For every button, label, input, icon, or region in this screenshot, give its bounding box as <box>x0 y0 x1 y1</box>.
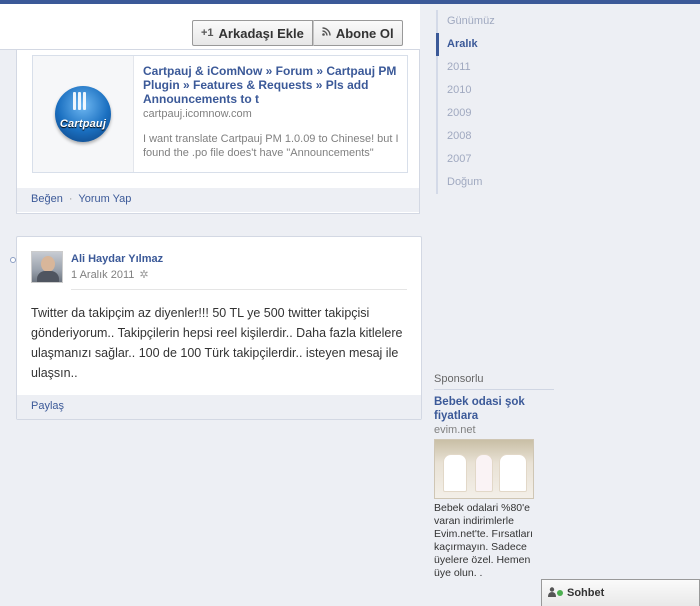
comment-link[interactable]: Yorum Yap <box>78 193 131 205</box>
chat-bar[interactable]: Sohbet <box>541 579 700 606</box>
add-friend-icon: +1 <box>201 27 214 39</box>
timeline-year-nav: Günümüz Aralık 2011 2010 2009 2008 2007 … <box>436 10 516 194</box>
sponsored-ad[interactable]: Bebek odasi şok fiyatlara evim.net Bebek… <box>434 395 540 580</box>
post-body: Twitter da takipçim az diyenler!!! 50 TL… <box>31 306 403 380</box>
profile-header-panel: +1 Arkadaşı Ekle Abone Ol <box>0 4 420 50</box>
action-separator: · <box>68 193 73 205</box>
timeline-nav-item[interactable]: Doğum <box>438 171 516 194</box>
profile-action-buttons: +1 Arkadaşı Ekle Abone Ol <box>192 20 403 46</box>
ad-title[interactable]: Bebek odasi şok fiyatlara <box>434 395 540 423</box>
link-title[interactable]: Cartpauj & iComNow » Forum » Cartpauj PM… <box>143 64 403 106</box>
link-description: I want translate Cartpauj PM 1.0.09 to C… <box>143 133 399 159</box>
shared-link-post: Cartpauj Cartpauj & iComNow » Forum » Ca… <box>16 50 420 214</box>
link-thumbnail[interactable]: Cartpauj <box>33 56 134 172</box>
cartpauj-logo: Cartpauj <box>55 86 111 142</box>
timeline-nav-item[interactable]: 2008 <box>438 125 516 148</box>
timeline-nav-item[interactable]: 2007 <box>438 148 516 171</box>
timeline-nav-item[interactable]: Günümüz <box>438 10 516 33</box>
rss-icon <box>322 27 331 39</box>
timeline-nav-item[interactable]: 2011 <box>438 56 516 79</box>
link-domain: cartpauj.icomnow.com <box>143 108 252 120</box>
ad-description: Bebek odalari %80'e varan indirimlerle E… <box>434 502 533 579</box>
status-post: Ali Haydar Yılmaz 1 Aralık 2011 ✲ Twitte… <box>10 236 422 420</box>
post-actions-bar: Paylaş <box>17 395 421 419</box>
logo-text: Cartpauj <box>59 118 107 130</box>
add-friend-button[interactable]: +1 Arkadaşı Ekle <box>192 20 313 46</box>
post-author[interactable]: Ali Haydar Yılmaz <box>71 253 163 265</box>
timeline-marker-icon <box>10 257 16 263</box>
ad-image[interactable] <box>434 439 534 499</box>
subscribe-label: Abone Ol <box>335 25 394 41</box>
timeline-nav-item[interactable]: 2010 <box>438 79 516 102</box>
add-friend-label: Arkadaşı Ekle <box>218 25 304 41</box>
privacy-gear-icon[interactable]: ✲ <box>139 268 148 281</box>
ad-domain: evim.net <box>434 424 476 436</box>
link-preview[interactable]: Cartpauj Cartpauj & iComNow » Forum » Ca… <box>32 55 408 173</box>
post-date[interactable]: 1 Aralık 2011 <box>71 269 134 281</box>
post-actions-bar: Beğen · Yorum Yap <box>17 188 419 212</box>
timeline-nav-item[interactable]: 2009 <box>438 102 516 125</box>
divider <box>71 289 407 290</box>
avatar[interactable] <box>31 251 63 283</box>
like-link[interactable]: Beğen <box>31 193 63 205</box>
sponsored-heading: Sponsorlu <box>434 373 484 385</box>
divider <box>434 389 554 390</box>
online-status-icon <box>557 590 563 596</box>
timeline-nav-item-active[interactable]: Aralık <box>436 33 516 56</box>
subscribe-button[interactable]: Abone Ol <box>312 20 403 46</box>
chat-label: Sohbet <box>567 587 605 599</box>
post-meta: 1 Aralık 2011 ✲ <box>71 268 149 282</box>
link-text: Cartpauj & iComNow » Forum » Cartpauj PM… <box>143 64 403 160</box>
person-icon <box>548 586 556 600</box>
share-link[interactable]: Paylaş <box>31 400 64 412</box>
